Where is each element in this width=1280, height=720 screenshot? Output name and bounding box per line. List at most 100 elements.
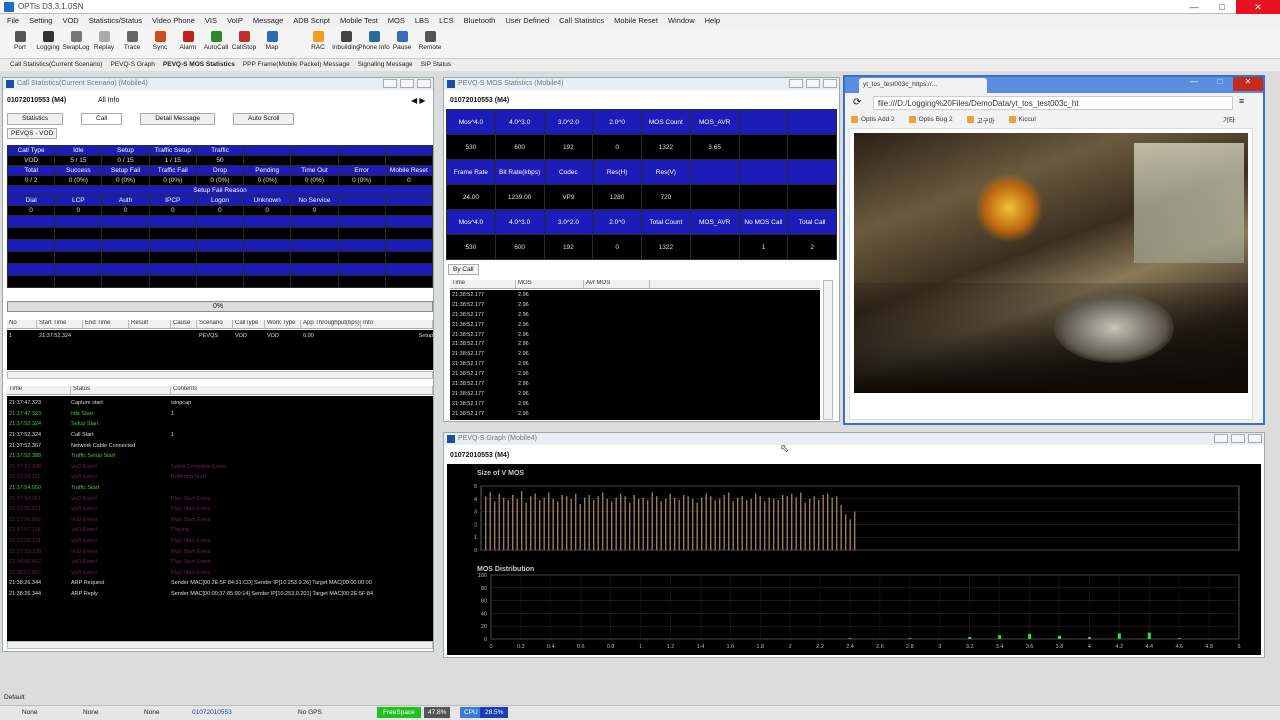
mos-row[interactable]: 21:38:52.177 2.96 [450, 379, 820, 389]
bookmark-item[interactable]: Optis Bug 2 [908, 114, 953, 125]
mos-row[interactable]: 21:38:52.177 2.96 [450, 300, 820, 310]
close-icon[interactable]: ✕ [1236, 0, 1280, 14]
menu-item[interactable]: Bluetooth [461, 14, 503, 27]
log-row[interactable]: 21:38:00.412 VoD Event Play Start Event [7, 557, 433, 568]
document-tab[interactable]: PEVQ-S MOS Statistics [159, 59, 239, 71]
all-info-tab[interactable]: All Info [98, 97, 119, 104]
bookmark-item[interactable]: 고구마 [966, 114, 995, 125]
document-tab[interactable]: PPP Frame(Mobile Packet) Message [239, 59, 354, 71]
menu-icon[interactable]: ≡ [1239, 96, 1244, 106]
column-header[interactable]: CallType [233, 320, 265, 328]
column-header[interactable]: Info [361, 320, 433, 328]
mos-row[interactable]: 21:38:52.177 2.96 [450, 339, 820, 349]
log-row[interactable]: 21:37:52.324 Call Start 1 [7, 430, 433, 441]
log-row[interactable]: 21:37:57.118 VoD Event Playing [7, 525, 433, 536]
toolbar-button[interactable]: SwapLog [62, 27, 90, 59]
document-tab[interactable]: PEVQ-S Graph [106, 59, 158, 71]
mos-list-scrollbar[interactable] [823, 280, 833, 420]
menu-item[interactable]: MOS [385, 14, 412, 27]
log-row[interactable]: 21:37:47.323 Idle Start 1 [7, 409, 433, 420]
log-row[interactable]: 21:37:53.115 VoD Event Buffering Start [7, 472, 433, 483]
menu-item[interactable]: Mobile Reset [611, 14, 665, 27]
subtab[interactable]: Statistics [7, 113, 64, 125]
call-list-scrollbar[interactable] [7, 371, 433, 379]
menu-item[interactable]: Statistics/Status [86, 14, 149, 27]
menu-item[interactable]: File [4, 14, 26, 27]
column-header[interactable]: No [7, 320, 37, 328]
toolbar-button[interactable]: Map [258, 27, 286, 59]
toolbar-button[interactable]: Phone Info [358, 27, 390, 59]
mos-row[interactable]: 21:38:52.177 2.96 [450, 349, 820, 359]
column-header[interactable]: Avr MOS [584, 280, 650, 288]
mos-row[interactable]: 21:38:52.177 2.96 [450, 409, 820, 419]
close-icon[interactable] [823, 79, 837, 88]
restore-icon[interactable] [1231, 434, 1245, 443]
document-tab[interactable]: SIP Status [417, 59, 456, 71]
column-header[interactable]: Time [450, 280, 516, 288]
menu-item[interactable]: Video Phone [149, 14, 202, 27]
mos-row[interactable]: 21:38:52.177 2.96 [450, 399, 820, 409]
toolbar-button[interactable]: CallStop [230, 27, 258, 59]
call-list[interactable]: 1 21:37:52.324 PEVQS VOD VOD 0.00 Setup [7, 330, 433, 370]
log-scrollbar[interactable] [7, 641, 433, 649]
column-header[interactable]: Contents [171, 386, 433, 394]
column-header[interactable]: MOS [516, 280, 584, 288]
device-tab[interactable]: 01072010553 (M4) [450, 97, 509, 104]
menu-item[interactable]: Window [665, 14, 702, 27]
log-row[interactable]: 21:37:56.002 VoD Event Play Start Event [7, 515, 433, 526]
toolbar-button[interactable]: AutoCall [202, 27, 230, 59]
close-icon[interactable] [1248, 434, 1262, 443]
log-row[interactable]: 21:37:52.398 VoD Event Setup Complete Even… [7, 462, 433, 473]
log-row[interactable]: 21:37:54.051 VoD Event Play Start Event [7, 493, 433, 504]
subtab[interactable]: Auto Scroll [233, 113, 295, 125]
column-header[interactable]: End Time [83, 320, 129, 328]
minimize-icon[interactable]: — [1180, 0, 1208, 14]
video-frame[interactable] [854, 133, 1248, 393]
detail-log[interactable]: 21:37:47.323 Capture start winpcap 21:37:47… [7, 396, 433, 641]
toolbar-button[interactable]: Trace [118, 27, 146, 59]
column-header[interactable]: Work Type [265, 320, 301, 328]
log-row[interactable]: 21:37:58.221 VoD Event Play Start Event [7, 536, 433, 547]
column-header[interactable]: Time [7, 386, 71, 394]
log-row[interactable]: 21:37:55.211 VoD Event Play Start Event [7, 504, 433, 515]
toolbar-button[interactable]: Pause [388, 27, 416, 59]
mos-row[interactable]: 21:38:52.177 2.96 [450, 320, 820, 330]
menu-item[interactable]: Mobile Test [337, 14, 385, 27]
log-row[interactable]: 21:37:52.367 Network Cable Connected [7, 440, 433, 451]
mos-row[interactable]: 21:38:52.177 2.96 [450, 330, 820, 340]
maximize-icon[interactable]: □ [1208, 0, 1236, 14]
menu-item[interactable]: VIS [202, 14, 224, 27]
pevqs-vod-tab[interactable]: PEVQS - VOD [7, 128, 58, 139]
mos-row[interactable]: 21:38:52.177 2.96 [450, 290, 820, 300]
log-row[interactable]: 21:37:47.323 Capture start winpcap [7, 398, 433, 409]
log-row[interactable]: 21:38:26.344 ARP Reply Sender MAC[00:00:37… [7, 589, 433, 600]
log-row[interactable]: 21:37:59.338 VoD Event Play Start Event [7, 546, 433, 557]
mos-row[interactable]: 21:38:52.177 2.96 [450, 359, 820, 369]
toolbar-button[interactable]: Alarm [174, 27, 202, 59]
maximize-icon[interactable]: □ [1207, 77, 1233, 91]
minimize-icon[interactable]: — [1181, 77, 1207, 91]
device-tab[interactable]: 01072010553 (M4) [450, 452, 509, 459]
log-row[interactable]: 21:37:52.324 Setup Start [7, 419, 433, 430]
address-bar[interactable]: file:///D:/Logging%20Files/DemoData/yt_t… [873, 96, 1233, 110]
column-header[interactable]: Result [129, 320, 171, 328]
log-row[interactable]: 21:37:52.388 Traffic Setup Start [7, 451, 433, 462]
menu-item[interactable]: Help [702, 14, 727, 27]
menu-item[interactable]: Setting [26, 14, 59, 27]
device-tab[interactable]: 01072010553 (M4) [7, 97, 66, 104]
mos-row[interactable]: 21:38:52.177 2.96 [450, 389, 820, 399]
toolbar-button[interactable]: Replay [90, 27, 118, 59]
menu-item[interactable]: VOD [59, 14, 85, 27]
toolbar-button[interactable]: Remote [416, 27, 444, 59]
column-header[interactable]: Scenario [197, 320, 233, 328]
close-icon[interactable]: ✕ [1233, 77, 1263, 91]
column-header[interactable]: Cause [171, 320, 197, 328]
toolbar-button[interactable]: Port [6, 27, 34, 59]
other-bookmarks[interactable]: 기타 [1223, 114, 1235, 124]
column-header[interactable]: Start Time [37, 320, 83, 328]
log-row[interactable]: 21:38:26.344 ARP Request Sender MAC[00:2E:… [7, 578, 433, 589]
bookmark-item[interactable]: Kiccul [1008, 114, 1036, 125]
toolbar-button[interactable]: Logging [34, 27, 62, 59]
minimize-icon[interactable] [789, 79, 803, 88]
restore-icon[interactable] [806, 79, 820, 88]
